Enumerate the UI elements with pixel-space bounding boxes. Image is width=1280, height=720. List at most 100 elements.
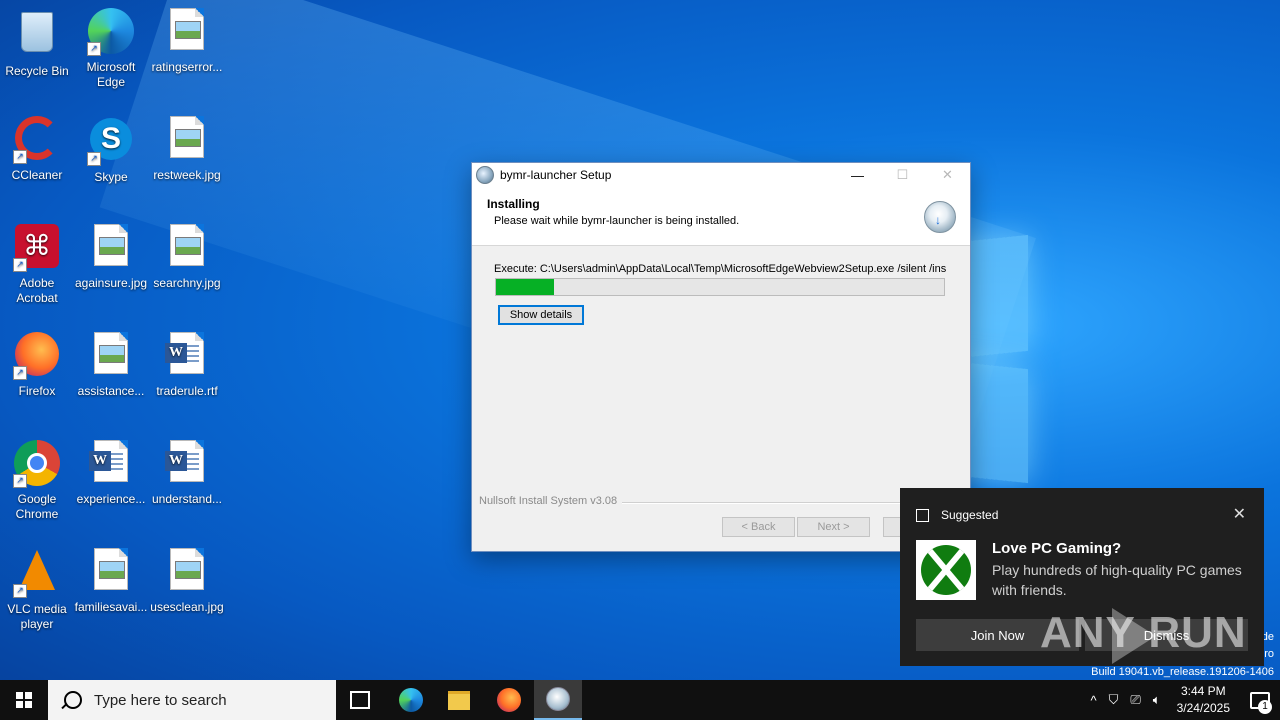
- word-document-icon: W: [87, 440, 135, 488]
- desktop-icon-label: Skype: [94, 170, 128, 184]
- notification-label: Suggested: [941, 508, 999, 522]
- desktop-icon-label: Adobe Acrobat: [16, 276, 58, 305]
- search-icon: [64, 691, 82, 709]
- image-file-icon: [87, 332, 135, 380]
- desktop-icon-adobe-acrobat[interactable]: ⌘ ↗ Adobe Acrobat: [0, 224, 74, 306]
- watermark-play-icon: [1112, 608, 1156, 664]
- desktop-icon-microsoft-edge[interactable]: ↗ Microsoft Edge: [74, 8, 148, 90]
- shortcut-arrow-icon: ↗: [87, 152, 101, 166]
- app-icon: [476, 166, 494, 184]
- desktop-icon-label: traderule.rtf: [156, 384, 218, 398]
- task-view-button[interactable]: [336, 680, 384, 720]
- windows-logo-icon: [16, 692, 32, 708]
- suggested-icon: [916, 508, 929, 522]
- notification-header: Suggested: [916, 508, 998, 522]
- image-file-icon: [163, 224, 211, 272]
- firefox-icon: [497, 688, 521, 712]
- acrobat-icon: ⌘ ↗: [13, 224, 61, 272]
- desktop-icon-label: Google Chrome: [15, 492, 59, 521]
- page-title: Installing: [487, 197, 540, 211]
- desktop-icon-label: Firefox: [18, 384, 56, 398]
- system-tray: ^ ⛉ ⎚ 🔈︎ 3:44 PM 3/24/2025 1: [1085, 680, 1280, 720]
- desktop-icon-label: experience...: [76, 492, 146, 506]
- desktop-icon-recycle-bin[interactable]: Recycle Bin: [0, 8, 74, 79]
- search-box[interactable]: Type here to search: [48, 680, 336, 720]
- page-subtitle: Please wait while bymr-launcher is being…: [494, 215, 740, 227]
- shortcut-arrow-icon: ↗: [13, 584, 27, 598]
- desktop-icon-label: searchny.jpg: [153, 276, 221, 290]
- edge-icon: ↗: [87, 8, 135, 56]
- desktop-icon-label: VLC media player: [7, 602, 67, 631]
- taskbar-installer[interactable]: [534, 680, 582, 720]
- defender-icon[interactable]: ⛉: [1109, 692, 1119, 708]
- network-icon[interactable]: ⎚: [1130, 692, 1140, 708]
- desktop-icon-usesclean[interactable]: usesclean.jpg: [150, 548, 224, 615]
- desktop-icon-ratingserror[interactable]: ratingserror...: [150, 8, 224, 75]
- word-document-icon: W: [163, 332, 211, 380]
- installer-header: Installing Please wait while bymr-launch…: [472, 187, 970, 246]
- firefox-icon: ↗: [13, 332, 61, 380]
- maximize-button: ☐: [896, 167, 909, 182]
- desktop-icon-label: understand...: [151, 492, 223, 506]
- desktop-icon-label: againsure.jpg: [74, 276, 148, 290]
- notification-close-icon[interactable]: ✕: [1233, 504, 1246, 524]
- volume-icon[interactable]: 🔈︎: [1153, 692, 1161, 708]
- action-center-button[interactable]: 1: [1240, 680, 1280, 720]
- taskbar-file-explorer[interactable]: [435, 680, 483, 720]
- desktop-icon-traderule[interactable]: W traderule.rtf: [150, 332, 224, 399]
- task-view-icon: [350, 691, 370, 709]
- installer-window: bymr-launcher Setup — ☐ ✕ Installing Ple…: [471, 162, 971, 552]
- clock[interactable]: 3:44 PM 3/24/2025: [1177, 683, 1230, 717]
- notification-body: Play hundreds of high-quality PC games w…: [992, 562, 1242, 598]
- branding-text: Nullsoft Install System v3.08: [479, 495, 618, 507]
- desktop-icon-label: Recycle Bin: [5, 64, 69, 78]
- window-title: bymr-launcher Setup: [500, 168, 612, 182]
- desktop-icon-label: usesclean.jpg: [150, 600, 224, 614]
- notification-title: Love PC Gaming?: [992, 540, 1122, 557]
- tray-chevron-icon[interactable]: ^: [1091, 693, 1097, 708]
- minimize-button[interactable]: —: [835, 163, 880, 187]
- desktop-icon-label: familiesavai...: [74, 600, 148, 614]
- desktop-icon-label: restweek.jpg: [153, 168, 221, 182]
- image-file-icon: [163, 8, 211, 56]
- image-file-icon: [87, 224, 135, 272]
- edge-icon: [399, 688, 423, 712]
- installer-logo-icon: [924, 201, 956, 233]
- show-details-button[interactable]: Show details: [498, 305, 584, 325]
- execute-status-text: Execute: C:\Users\admin\AppData\Local\Te…: [494, 263, 946, 275]
- image-file-icon: [87, 548, 135, 596]
- desktop-icon-experience[interactable]: W experience...: [74, 440, 148, 507]
- desktop-icon-label: CCleaner: [11, 168, 63, 182]
- desktop-icon-skype[interactable]: S ↗ Skype: [74, 116, 148, 185]
- desktop-icon-assistance[interactable]: assistance...: [74, 332, 148, 399]
- desktop-icon-label: ratingserror...: [151, 60, 223, 74]
- desktop-icon-ccleaner[interactable]: ↗ CCleaner: [0, 116, 74, 183]
- desktop-icon-label: assistance...: [77, 384, 145, 398]
- desktop-icon-againsure[interactable]: againsure.jpg: [74, 224, 148, 291]
- ccleaner-icon: ↗: [13, 116, 61, 164]
- desktop-icon-firefox[interactable]: ↗ Firefox: [0, 332, 74, 399]
- start-button[interactable]: [0, 680, 48, 720]
- image-file-icon: [163, 548, 211, 596]
- title-bar[interactable]: bymr-launcher Setup — ☐ ✕: [472, 163, 970, 187]
- search-placeholder: Type here to search: [94, 691, 227, 709]
- skype-icon: S ↗: [87, 118, 135, 166]
- desktop-icon-label: Microsoft Edge: [86, 60, 136, 89]
- next-button: Next >: [797, 517, 870, 537]
- shortcut-arrow-icon: ↗: [13, 366, 27, 380]
- xbox-icon: [916, 540, 976, 600]
- progress-fill: [496, 279, 555, 295]
- vlc-icon: ↗: [13, 550, 61, 598]
- taskbar-firefox[interactable]: [485, 680, 533, 720]
- taskbar-edge[interactable]: [387, 680, 435, 720]
- desktop-icon-google-chrome[interactable]: ↗ Google Chrome: [0, 440, 74, 522]
- desktop-icon-familiesavai[interactable]: familiesavai...: [74, 548, 148, 615]
- desktop-icon-searchny[interactable]: searchny.jpg: [150, 224, 224, 291]
- progress-bar: [495, 278, 945, 296]
- shortcut-arrow-icon: ↗: [13, 258, 27, 272]
- close-button: ✕: [942, 167, 953, 182]
- desktop-icon-understand[interactable]: W understand...: [150, 440, 224, 507]
- desktop-icon-restweek[interactable]: restweek.jpg: [150, 116, 224, 183]
- desktop-icon-vlc[interactable]: ↗ VLC media player: [0, 548, 74, 632]
- shortcut-arrow-icon: ↗: [13, 474, 27, 488]
